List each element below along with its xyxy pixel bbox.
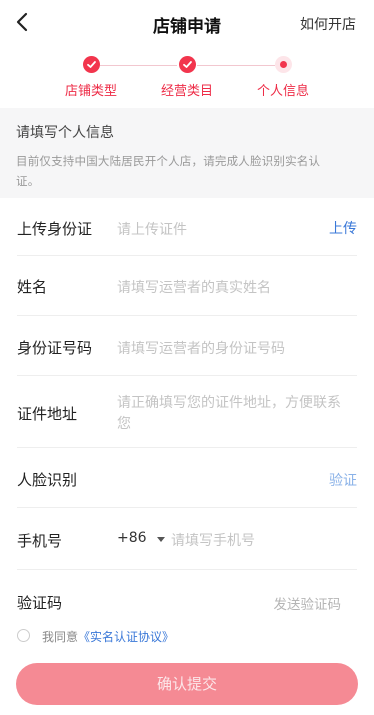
field-label: 姓名	[17, 278, 48, 296]
upload-button[interactable]: 上传	[329, 218, 357, 238]
phone-input[interactable]: 请填写手机号	[171, 530, 255, 550]
address-placeholder-line: 您	[117, 416, 131, 432]
current-step-dot-icon	[274, 56, 292, 73]
notice-title: 请填写个人信息	[16, 125, 114, 141]
step-label: 店铺类型	[64, 84, 117, 99]
verification-code-row: 验证码 发送验证码	[17, 570, 357, 622]
step-label: 个人信息	[256, 84, 309, 99]
progress-steps: 店铺类型 经营类目 个人信息	[0, 52, 374, 102]
top-nav-bar: 店铺申请 如何开店	[0, 0, 374, 46]
name-input[interactable]: 请填写运营者的真实姓名	[117, 277, 271, 297]
verify-face-button[interactable]: 验证	[329, 470, 357, 490]
field-label: 证件地址	[17, 405, 78, 423]
notice-desc-line: 目前仅支持中国大陆居民开个人店，请完成人脸识别实名认	[16, 154, 321, 168]
country-code: +86	[117, 530, 147, 546]
agreement-prefix: 我同意	[42, 630, 79, 644]
face-recognition-row: 人脸识别 验证	[17, 448, 357, 508]
check-icon	[178, 56, 196, 73]
address-placeholder-line: 请正确填写您的证件地址，方便联系	[117, 395, 341, 411]
agreement-link[interactable]: 《实名认证协议》	[78, 630, 174, 644]
id-number-row: 身份证号码 请填写运营者的身份证号码	[17, 316, 357, 376]
step-store-type: 店铺类型	[46, 52, 136, 99]
info-notice: 请填写个人信息 目前仅支持中国大陆居民开个人店，请完成人脸识别实名认 证。	[0, 108, 374, 198]
name-row: 姓名 请填写运营者的真实姓名	[17, 256, 357, 316]
field-label: 人脸识别	[17, 471, 78, 489]
check-icon	[82, 56, 100, 73]
agreement-checkbox[interactable]	[17, 629, 30, 642]
step-label: 经营类目	[160, 84, 213, 99]
how-to-open-store-link[interactable]: 如何开店	[300, 14, 356, 34]
id-upload-placeholder[interactable]: 请上传证件	[117, 219, 187, 239]
agreement-text: 我同意《实名认证协议》	[42, 628, 174, 645]
notice-desc-line: 证。	[16, 174, 40, 188]
id-number-input[interactable]: 请填写运营者的身份证号码	[117, 338, 285, 358]
id-upload-row[interactable]: 上传身份证 请上传证件 上传	[17, 198, 357, 256]
field-label: 身份证号码	[17, 339, 93, 357]
field-label: 手机号	[17, 532, 63, 550]
send-code-button[interactable]: 发送验证码	[274, 593, 342, 613]
step-business-category: 经营类目	[142, 52, 232, 99]
address-row: 证件地址 请正确填写您的证件地址，方便联系 您	[17, 376, 357, 448]
caret-down-icon	[157, 530, 165, 546]
country-code-selector[interactable]: +86	[117, 530, 165, 546]
phone-row: 手机号 +86 请填写手机号	[17, 508, 357, 570]
step-personal-info: 个人信息	[238, 52, 328, 99]
field-label: 验证码	[17, 594, 63, 612]
address-input[interactable]: 请正确填写您的证件地址，方便联系 您	[117, 393, 357, 435]
notice-description: 目前仅支持中国大陆居民开个人店，请完成人脸识别实名认 证。	[16, 151, 358, 191]
submit-button[interactable]: 确认提交	[16, 663, 358, 705]
field-label: 上传身份证	[17, 220, 93, 238]
